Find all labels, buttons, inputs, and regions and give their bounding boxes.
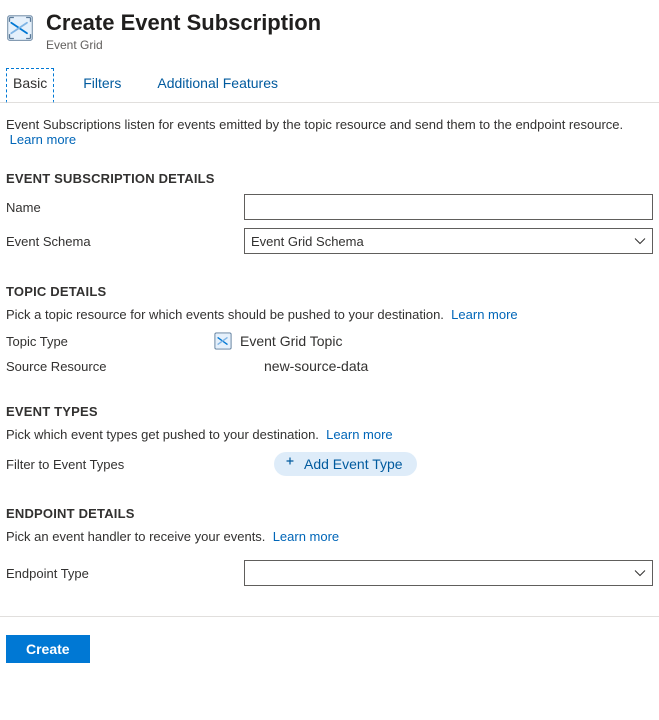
field-event-schema: Event Schema Event Grid Schema (6, 228, 653, 254)
content-area: Event Subscriptions listen for events em… (0, 103, 659, 608)
event-grid-topic-icon (214, 332, 232, 350)
chevron-down-icon (634, 235, 646, 247)
field-name: Name (6, 194, 653, 220)
event-schema-select[interactable]: Event Grid Schema (244, 228, 653, 254)
section-endpoint-details: ENDPOINT DETAILS Pick an event handler t… (6, 506, 653, 586)
page-subtitle: Event Grid (46, 38, 321, 52)
event-types-heading: EVENT TYPES (6, 404, 653, 419)
add-event-type-button[interactable]: Add Event Type (274, 452, 417, 476)
event-schema-label: Event Schema (6, 234, 244, 249)
topic-type-value: Event Grid Topic (240, 333, 342, 349)
field-source-resource: Source Resource new-source-data (6, 358, 653, 374)
tab-filters[interactable]: Filters (76, 68, 128, 103)
name-input[interactable] (244, 194, 653, 220)
topic-details-heading: TOPIC DETAILS (6, 284, 653, 299)
endpoint-details-description: Pick an event handler to receive your ev… (6, 529, 653, 544)
intro-body: Event Subscriptions listen for events em… (6, 117, 623, 132)
intro-text: Event Subscriptions listen for events em… (6, 117, 653, 147)
field-topic-type: Topic Type Event Grid Topic (6, 332, 653, 350)
endpoint-type-select[interactable] (244, 560, 653, 586)
chevron-down-icon (634, 567, 646, 579)
field-filter-event-types: Filter to Event Types Add Event Type (6, 452, 653, 476)
tab-additional-features[interactable]: Additional Features (150, 68, 285, 103)
add-filter-icon (284, 457, 296, 472)
footer-divider (0, 616, 659, 617)
event-types-learn-more-link[interactable]: Learn more (326, 427, 392, 442)
intro-learn-more-link[interactable]: Learn more (10, 132, 76, 147)
topic-details-description: Pick a topic resource for which events s… (6, 307, 653, 322)
tab-bar: Basic Filters Additional Features (0, 58, 659, 103)
section-subscription-details: EVENT SUBSCRIPTION DETAILS Name Event Sc… (6, 171, 653, 254)
endpoint-details-learn-more-link[interactable]: Learn more (273, 529, 339, 544)
event-schema-value: Event Grid Schema (251, 234, 364, 249)
name-label: Name (6, 200, 244, 215)
field-endpoint-type: Endpoint Type (6, 560, 653, 586)
endpoint-type-label: Endpoint Type (6, 566, 244, 581)
section-event-types: EVENT TYPES Pick which event types get p… (6, 404, 653, 476)
source-resource-label: Source Resource (6, 359, 214, 374)
filter-event-types-label: Filter to Event Types (6, 457, 244, 472)
endpoint-details-heading: ENDPOINT DETAILS (6, 506, 653, 521)
event-types-description: Pick which event types get pushed to you… (6, 427, 653, 442)
subscription-details-heading: EVENT SUBSCRIPTION DETAILS (6, 171, 653, 186)
section-topic-details: TOPIC DETAILS Pick a topic resource for … (6, 284, 653, 374)
source-resource-value: new-source-data (264, 358, 368, 374)
create-button[interactable]: Create (6, 635, 90, 663)
topic-details-learn-more-link[interactable]: Learn more (451, 307, 517, 322)
topic-type-label: Topic Type (6, 334, 214, 349)
event-grid-icon (6, 14, 34, 42)
page-header: Create Event Subscription Event Grid (0, 0, 659, 58)
add-event-type-label: Add Event Type (304, 456, 403, 472)
tab-basic[interactable]: Basic (6, 68, 54, 103)
page-title: Create Event Subscription (46, 10, 321, 36)
